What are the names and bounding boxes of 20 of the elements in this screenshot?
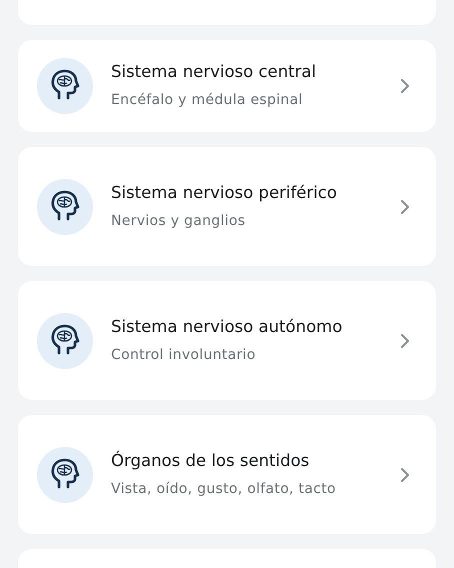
item-subtitle: Vista, oído, gusto, olfato, tacto xyxy=(111,480,337,498)
item-title: Órganos de los sentidos xyxy=(111,450,310,472)
list-item[interactable]: Sistema nervioso central Encéfalo y médula espinal xyxy=(18,40,436,132)
item-title: Sistema nervioso periférico xyxy=(111,182,338,204)
chevron-right-icon xyxy=(400,198,410,214)
list-item[interactable]: Sistema nervioso periférico Nervios y ganglios xyxy=(18,147,436,266)
list-item[interactable]: Sistema nervioso autónomo Control involuntario xyxy=(18,281,436,400)
item-title: Sistema nervioso central xyxy=(111,61,318,83)
chevron-right-icon xyxy=(400,466,410,482)
item-subtitle: Nervios y ganglios xyxy=(111,212,246,230)
brain-head-icon xyxy=(37,312,93,368)
brain-head-icon xyxy=(37,446,93,502)
brain-head-icon xyxy=(37,178,93,234)
chevron-right-icon xyxy=(400,332,410,348)
chevron-right-icon xyxy=(400,78,410,94)
item-title: Sistema nervioso autónomo xyxy=(111,316,344,338)
item-subtitle: Control involuntario xyxy=(111,346,257,364)
item-subtitle: Encéfalo y médula espinal xyxy=(111,91,304,110)
brain-head-icon xyxy=(37,58,93,114)
list-item[interactable]: Órganos de los sentidos Vista, oído, gusto, olfato, tacto xyxy=(18,415,436,534)
